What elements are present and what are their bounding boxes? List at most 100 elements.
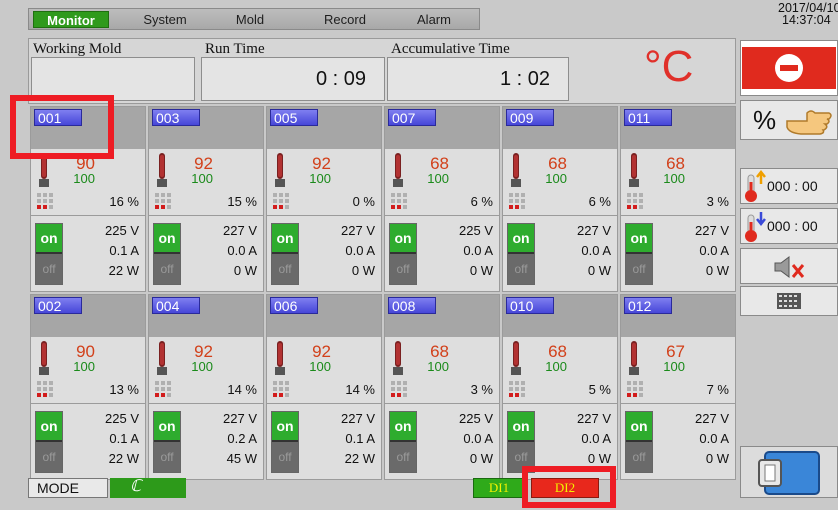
- set-temperature[interactable]: 100: [545, 171, 567, 186]
- zone-power-toggle[interactable]: on off: [271, 223, 299, 285]
- on-button[interactable]: on: [272, 412, 298, 440]
- zone-divider: [621, 403, 735, 404]
- zone-id-label[interactable]: 011: [624, 109, 672, 126]
- percent-mode-button[interactable]: %: [740, 100, 838, 140]
- zone-power-toggle[interactable]: on off: [507, 223, 535, 285]
- set-temperature[interactable]: 100: [545, 359, 567, 374]
- set-temperature[interactable]: 100: [73, 171, 95, 186]
- off-button[interactable]: off: [508, 254, 534, 284]
- output-level-icon: [627, 381, 643, 397]
- zone-id-label[interactable]: 003: [152, 109, 200, 126]
- zone-tile[interactable]: 009 68 100 6 % on off 227 V 0.0 A0 W: [502, 106, 618, 292]
- zone-id-label[interactable]: 006: [270, 297, 318, 314]
- zone-tile[interactable]: 007 68 100 6 % on off 225 V 0.0 A0 W: [384, 106, 500, 292]
- off-button[interactable]: off: [272, 254, 298, 284]
- zone-power-toggle[interactable]: on off: [271, 411, 299, 473]
- zone-id-label[interactable]: 004: [152, 297, 200, 314]
- on-button[interactable]: on: [36, 224, 62, 252]
- keypad-button[interactable]: [740, 286, 838, 316]
- stop-button[interactable]: [740, 40, 838, 96]
- zone-tile[interactable]: 004 92 100 14 % on off 227 V 0.2 A 45 W: [148, 294, 264, 480]
- zone-tile[interactable]: 008 68 100 3 % on off 225 V 0.0 A0 W: [384, 294, 500, 480]
- off-button[interactable]: off: [36, 442, 62, 472]
- on-button[interactable]: on: [390, 224, 416, 252]
- tab-mold[interactable]: Mold: [215, 11, 285, 28]
- zone-id-label[interactable]: 012: [624, 297, 672, 314]
- set-temperature[interactable]: 100: [73, 359, 95, 374]
- set-temperature[interactable]: 100: [663, 359, 685, 374]
- zone-id-label[interactable]: 002: [34, 297, 82, 314]
- temperature-up-button[interactable]: 000 : 00: [740, 168, 838, 204]
- off-button[interactable]: off: [390, 442, 416, 472]
- zone-power-toggle[interactable]: on off: [35, 411, 63, 473]
- on-button[interactable]: on: [508, 224, 534, 252]
- zone-id-label[interactable]: 009: [506, 109, 554, 126]
- zone-power-toggle[interactable]: on off: [625, 223, 653, 285]
- zone-id-label[interactable]: 005: [270, 109, 318, 126]
- off-button[interactable]: off: [272, 442, 298, 472]
- zone-power-toggle[interactable]: on off: [389, 411, 417, 473]
- tab-system[interactable]: System: [125, 11, 205, 28]
- on-button[interactable]: on: [154, 412, 180, 440]
- set-temperature[interactable]: 100: [309, 171, 331, 186]
- zone-divider: [267, 403, 381, 404]
- on-button[interactable]: on: [626, 224, 652, 252]
- time-text: 14:37:04: [782, 13, 831, 27]
- off-button[interactable]: off: [390, 254, 416, 284]
- zone-tile[interactable]: 003 92 100 15 % on off 227 V 0.0 A0 W: [148, 106, 264, 292]
- tab-monitor[interactable]: Monitor: [33, 11, 109, 28]
- set-temperature[interactable]: 100: [427, 171, 449, 186]
- zone-power-toggle[interactable]: on off: [35, 223, 63, 285]
- zone-tile[interactable]: 011 68 100 3 % on off 227 V 0.0 A0 W: [620, 106, 736, 292]
- power-value: 0 W: [351, 263, 375, 278]
- zone-power-toggle[interactable]: on off: [625, 411, 653, 473]
- on-button[interactable]: on: [390, 412, 416, 440]
- zone-divider: [621, 215, 735, 216]
- temperature-down-button[interactable]: 000 : 00: [740, 208, 838, 244]
- tab-alarm[interactable]: Alarm: [399, 11, 469, 28]
- zone-tile[interactable]: 006 92 100 14 % on off 227 V 0.1 A 22 W: [266, 294, 382, 480]
- zone-tile[interactable]: 002 90 100 13 % on off 225 V 0.1 A 22 W: [30, 294, 146, 480]
- set-temperature[interactable]: 100: [427, 359, 449, 374]
- heater-icon: [629, 153, 639, 187]
- zone-id-label[interactable]: 008: [388, 297, 436, 314]
- on-button[interactable]: on: [36, 412, 62, 440]
- zone-id-label[interactable]: 010: [506, 297, 554, 314]
- mode-button[interactable]: MODE: [28, 478, 108, 498]
- temperature-unit[interactable]: °C: [644, 42, 693, 92]
- off-button[interactable]: off: [154, 442, 180, 472]
- zone-tile[interactable]: 005 92 100 0 % on off 227 V 0.0 A0 W: [266, 106, 382, 292]
- set-temperature[interactable]: 100: [191, 171, 213, 186]
- zone-tile[interactable]: 012 67 100 7 % on off 227 V 0.0 A0 W: [620, 294, 736, 480]
- tab-record[interactable]: Record: [305, 11, 385, 28]
- output-percent: 15 %: [227, 194, 257, 209]
- zone-power-toggle[interactable]: on off: [507, 411, 535, 473]
- on-button[interactable]: on: [508, 412, 534, 440]
- exit-button[interactable]: [740, 446, 838, 498]
- off-button[interactable]: off: [626, 254, 652, 284]
- on-button[interactable]: on: [626, 412, 652, 440]
- on-button[interactable]: on: [272, 224, 298, 252]
- run-time-field: 0 : 09: [201, 57, 385, 101]
- tab-bar: Monitor System Mold Record Alarm: [28, 8, 480, 30]
- exit-icon: [758, 451, 820, 495]
- off-button[interactable]: off: [36, 254, 62, 284]
- mute-alarm-button[interactable]: [740, 248, 838, 284]
- accumulative-time-value: 1 : 02: [499, 68, 550, 90]
- zone-header: 006: [267, 295, 381, 337]
- zone-tile[interactable]: 010 68 100 5 % on off 227 V 0.0 A0 W: [502, 294, 618, 480]
- zone-power-toggle[interactable]: on off: [389, 223, 417, 285]
- zone-power-toggle[interactable]: on off: [153, 411, 181, 473]
- hot-runner-controller-screen: Monitor System Mold Record Alarm 2017/04…: [0, 0, 838, 510]
- zone-power-toggle[interactable]: on off: [153, 223, 181, 285]
- zone-id-label[interactable]: 007: [388, 109, 436, 126]
- zone-divider: [31, 403, 145, 404]
- set-temperature[interactable]: 100: [191, 359, 213, 374]
- output-level-icon: [391, 193, 407, 209]
- set-temperature[interactable]: 100: [309, 359, 331, 374]
- output-level-icon: [155, 381, 171, 397]
- set-temperature[interactable]: 100: [663, 171, 685, 186]
- on-button[interactable]: on: [154, 224, 180, 252]
- off-button[interactable]: off: [626, 442, 652, 472]
- off-button[interactable]: off: [154, 254, 180, 284]
